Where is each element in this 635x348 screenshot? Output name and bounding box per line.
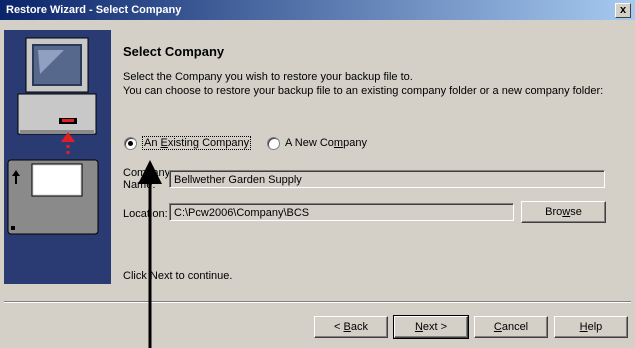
close-button[interactable]: x [615, 3, 631, 18]
existing-company-option[interactable]: An Existing Company [124, 134, 252, 152]
description-line-2: You can choose to restore your backup fi… [123, 85, 604, 97]
browse-button[interactable]: Browse [521, 201, 606, 223]
help-button[interactable]: Help [554, 316, 628, 338]
location-field[interactable]: C:\Pcw2006\Company\BCS [169, 203, 514, 221]
window-title: Restore Wizard - Select Company [6, 4, 182, 16]
company-name-field[interactable]: Bellwether Garden Supply [169, 170, 605, 188]
desktop-tower-icon [17, 93, 97, 135]
existing-company-radio[interactable] [124, 136, 137, 150]
computer-restore-illustration [7, 37, 99, 235]
back-button[interactable]: < Back [314, 316, 388, 338]
cancel-button[interactable]: Cancel [474, 316, 548, 338]
computer-monitor-icon [25, 37, 89, 93]
wizard-illustration [4, 30, 111, 284]
annotation-arrow-icon [138, 160, 162, 348]
backup-disk-icon [7, 159, 99, 235]
new-company-label[interactable]: A New Company [285, 137, 367, 149]
next-button[interactable]: Next > [393, 315, 469, 339]
restore-arrow-icon [61, 132, 75, 154]
description-line-1: Select the Company you wish to restore y… [123, 71, 413, 83]
footer-separator [4, 301, 631, 303]
new-company-option[interactable]: A New Company [267, 134, 367, 152]
existing-company-label[interactable]: An Existing Company [142, 136, 252, 150]
page-heading: Select Company [123, 44, 225, 59]
page-description: Select the Company you wish to restore y… [123, 70, 603, 98]
title-bar[interactable]: Restore Wizard - Select Company x [0, 0, 635, 20]
new-company-radio[interactable] [267, 136, 280, 150]
restore-wizard-dialog: Restore Wizard - Select Company x Select… [0, 0, 635, 348]
